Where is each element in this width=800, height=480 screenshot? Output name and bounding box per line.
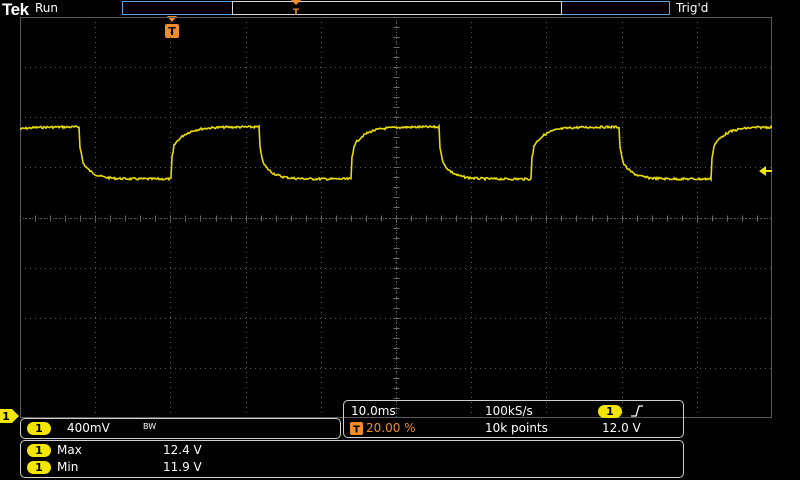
measurement-row[interactable]: 1 Max 12.4 V	[21, 443, 321, 459]
trigger-source-badge: 1	[598, 405, 622, 418]
channel-1-ground-icon[interactable]: 1	[0, 408, 20, 424]
acquisition-state: Run	[35, 1, 59, 15]
svg-text:T: T	[353, 425, 360, 436]
svg-text:1: 1	[2, 410, 10, 423]
sample-rate: 100kS/s	[485, 404, 533, 418]
trigger-level-icon[interactable]	[759, 165, 773, 177]
horizontal-scale: 10.0ms	[351, 404, 396, 418]
measurement-source-badge: 1	[27, 461, 51, 474]
measurement-value: 12.4 V	[163, 443, 202, 457]
trigger-position-percent: 20.00 %	[366, 421, 416, 435]
record-length: 10k points	[485, 421, 548, 435]
record-view-window[interactable]	[232, 1, 562, 15]
measurement-value: 11.9 V	[163, 460, 202, 474]
graticule[interactable]	[20, 17, 772, 418]
measurement-source-badge: 1	[27, 444, 51, 457]
channel-1-panel[interactable]: 1 400mV BW	[20, 418, 341, 439]
bandwidth-limit-icon: BW	[143, 422, 157, 431]
trigger-status: Trig'd	[676, 1, 709, 15]
rising-edge-icon	[631, 405, 643, 417]
measurement-name: Min	[57, 460, 79, 474]
trigger-position-small-icon: T	[350, 422, 363, 435]
channel-1-scale: 400mV	[67, 421, 110, 435]
svg-text:T: T	[293, 8, 300, 16]
trigger-level: 12.0 V	[602, 421, 641, 435]
measurements-panel[interactable]: 1 Max 12.4 V 1 Min 11.9 V	[20, 440, 684, 478]
horizontal-trigger-panel[interactable]: 10.0ms 100kS/s 1 T 20.00 % 10k points 12…	[343, 400, 684, 438]
record-trigger-icon: T	[291, 0, 301, 16]
grid-lines	[20, 17, 772, 418]
measurement-row[interactable]: 1 Min 11.9 V	[21, 460, 321, 476]
measurement-name: Max	[57, 443, 82, 457]
channel-1-badge: 1	[27, 422, 51, 435]
